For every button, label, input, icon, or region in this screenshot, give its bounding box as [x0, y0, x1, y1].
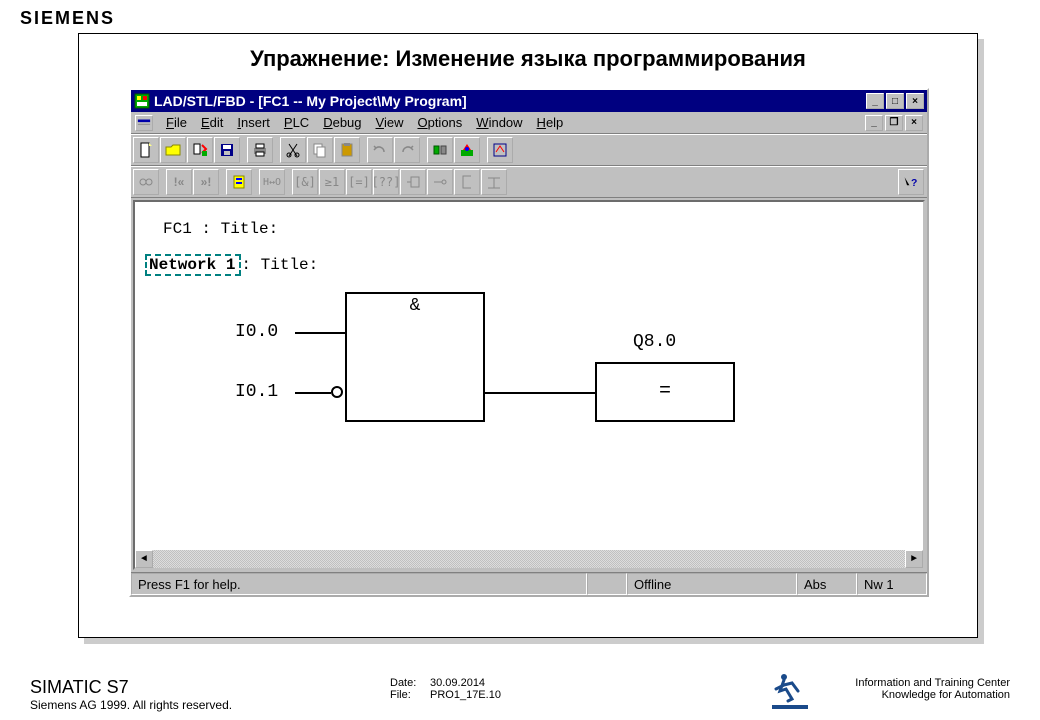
go-end-icon[interactable]: »!	[193, 169, 219, 195]
status-network: Nw 1	[857, 573, 927, 595]
menu-file[interactable]: File	[159, 114, 194, 131]
negate-icon[interactable]	[427, 169, 453, 195]
open-icon[interactable]	[160, 137, 186, 163]
toolbar-main	[131, 134, 927, 166]
minimize-button[interactable]: _	[866, 93, 884, 109]
runner-icon	[770, 671, 810, 711]
mdi-control-icon[interactable]	[135, 115, 153, 131]
context-help-icon[interactable]: ?	[898, 169, 924, 195]
scroll-right-button[interactable]: ►	[905, 550, 923, 568]
mdi-close-button[interactable]: ×	[905, 115, 923, 131]
workspace[interactable]: FC1 : Title: Network 1 : Title: & = Q8.0…	[133, 200, 925, 570]
assign-gate[interactable]: =	[595, 362, 735, 422]
file-label: File:	[390, 689, 430, 701]
input-stub-icon[interactable]	[400, 169, 426, 195]
status-mode: Offline	[627, 573, 797, 595]
and-block-icon[interactable]: [&]	[292, 169, 318, 195]
and-gate[interactable]: &	[345, 292, 485, 422]
monitor-icon[interactable]	[454, 137, 480, 163]
copy-icon[interactable]	[307, 137, 333, 163]
compare-block-icon[interactable]: [??]	[373, 169, 399, 195]
catalog-icon[interactable]	[226, 169, 252, 195]
horizontal-scrollbar[interactable]: ◄ ►	[135, 550, 923, 568]
menu-options[interactable]: Options	[410, 114, 469, 131]
negation-circle	[331, 386, 343, 398]
menubar: File Edit Insert PLC Debug View Options …	[131, 112, 927, 134]
svg-text:?: ?	[911, 178, 917, 189]
cut-icon[interactable]	[280, 137, 306, 163]
menu-help[interactable]: Help	[530, 114, 571, 131]
close-button[interactable]: ×	[906, 93, 924, 109]
date-label: Date:	[390, 677, 430, 689]
paste-icon[interactable]	[334, 137, 360, 163]
or-block-icon[interactable]: ≥1	[319, 169, 345, 195]
undo-icon[interactable]	[367, 137, 393, 163]
menu-plc[interactable]: PLC	[277, 114, 316, 131]
org-line-1: Information and Training Center	[690, 677, 1010, 689]
toolbar-fbd: !« »! H↔O [&] ≥1 [=] [??] ?	[131, 166, 927, 198]
network-label[interactable]: Network 1	[145, 254, 241, 276]
file-value: PRO1_17E.10	[430, 689, 501, 701]
save-icon[interactable]	[214, 137, 240, 163]
product-name: SIMATIC S7	[30, 677, 390, 698]
footer: SIMATIC S7 Siemens AG 1999. All rights r…	[0, 677, 1040, 712]
app-window: LAD/STL/FBD - [FC1 -- My Project\My Prog…	[129, 88, 929, 597]
menu-window[interactable]: Window	[469, 114, 529, 131]
status-help: Press F1 for help.	[131, 573, 587, 595]
menu-view[interactable]: View	[369, 114, 411, 131]
network-title-suffix: : Title:	[241, 256, 318, 274]
print-icon[interactable]	[247, 137, 273, 163]
input-1-label: I0.1	[235, 382, 278, 402]
date-value: 30.09.2014	[430, 677, 485, 689]
maximize-button[interactable]: □	[886, 93, 904, 109]
fbd-diagram: & = Q8.0 I0.0 I0.1	[155, 292, 855, 492]
window-title: LAD/STL/FBD - [FC1 -- My Project\My Prog…	[154, 93, 467, 109]
status-abs: Abs	[797, 573, 857, 595]
fc-title: FC1 : Title:	[163, 220, 278, 238]
glasses-icon[interactable]	[133, 169, 159, 195]
copyright: Siemens AG 1999. All rights reserved.	[30, 698, 390, 712]
slide-frame: Упражнение: Изменение языка программиров…	[78, 33, 978, 638]
input-0-label: I0.0	[235, 322, 278, 342]
org-line-2: Knowledge for Automation	[690, 689, 1010, 701]
slide-title: Упражнение: Изменение языка программиров…	[79, 34, 977, 82]
branch-open-icon[interactable]	[454, 169, 480, 195]
menu-insert[interactable]: Insert	[230, 114, 277, 131]
titlebar[interactable]: LAD/STL/FBD - [FC1 -- My Project\My Prog…	[131, 90, 927, 112]
module-info-icon[interactable]	[427, 137, 453, 163]
menu-edit[interactable]: Edit	[194, 114, 230, 131]
download-icon[interactable]	[187, 137, 213, 163]
block-properties-icon[interactable]	[487, 137, 513, 163]
app-icon	[134, 93, 150, 109]
scroll-track[interactable]	[153, 550, 905, 568]
statusbar: Press F1 for help. Offline Abs Nw 1	[131, 572, 927, 595]
output-label: Q8.0	[633, 332, 676, 352]
contact-icon[interactable]: H↔O	[259, 169, 285, 195]
status-blank1	[587, 573, 627, 595]
mdi-minimize-button[interactable]: _	[865, 115, 883, 131]
branch-close-icon[interactable]	[481, 169, 507, 195]
go-start-icon[interactable]: !«	[166, 169, 192, 195]
menu-debug[interactable]: Debug	[316, 114, 368, 131]
assign-block-icon[interactable]: [=]	[346, 169, 372, 195]
mdi-restore-button[interactable]: ❐	[885, 115, 903, 131]
brand-logo: SIEMENS	[0, 0, 1040, 29]
redo-icon[interactable]	[394, 137, 420, 163]
scroll-left-button[interactable]: ◄	[135, 550, 153, 568]
new-icon[interactable]	[133, 137, 159, 163]
